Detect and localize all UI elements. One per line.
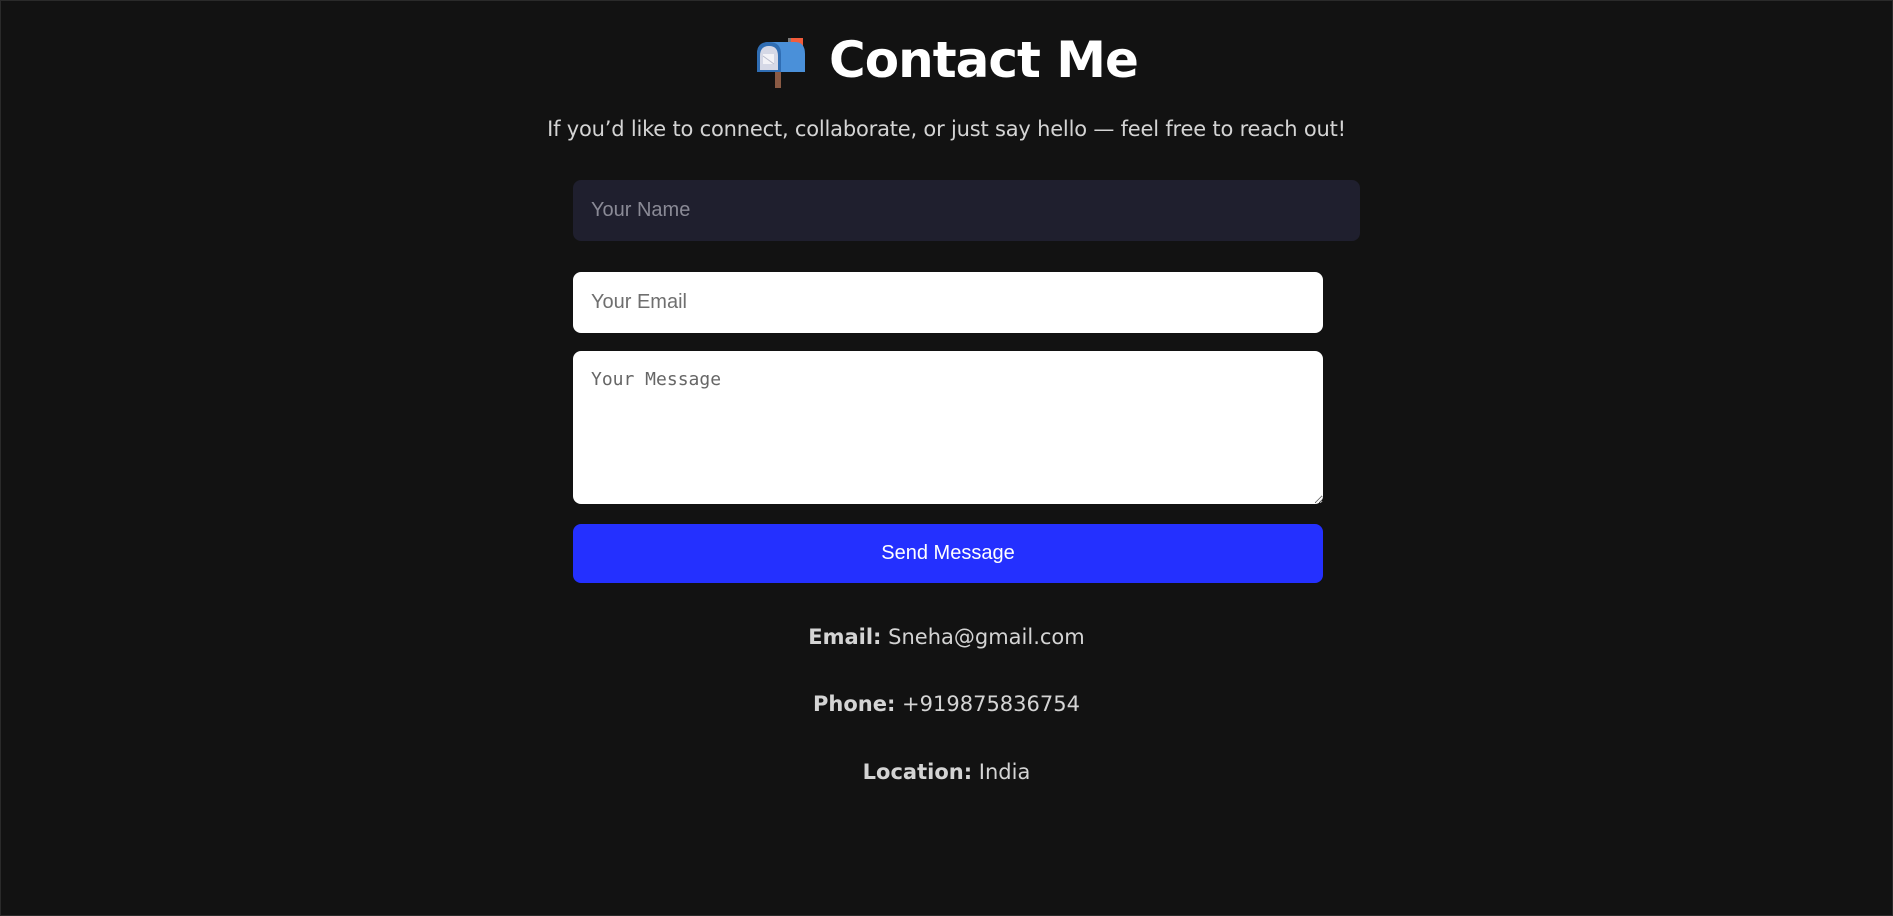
contact-location-value: India [978, 760, 1031, 784]
contact-location-label: Location: [862, 760, 973, 784]
contact-phone-value: +919875836754 [902, 692, 1080, 716]
contact-location: Location: India [0, 757, 1893, 787]
page-subtitle: If you’d like to connect, collaborate, o… [547, 117, 1346, 141]
contact-email-value: Sneha@gmail.com [888, 625, 1085, 649]
message-textarea[interactable] [573, 351, 1323, 504]
contact-email-label: Email: [808, 625, 882, 649]
contact-email: Email: Sneha@gmail.com [0, 622, 1893, 652]
contact-phone: Phone: +919875836754 [0, 689, 1893, 719]
name-input[interactable] [573, 180, 1360, 241]
page-title: Contact Me [829, 31, 1139, 89]
title-row: Contact Me [0, 28, 1893, 92]
send-message-button[interactable]: Send Message [573, 524, 1323, 583]
contact-phone-label: Phone: [813, 692, 896, 716]
email-input[interactable] [573, 272, 1323, 333]
mailbox-icon [755, 32, 807, 88]
